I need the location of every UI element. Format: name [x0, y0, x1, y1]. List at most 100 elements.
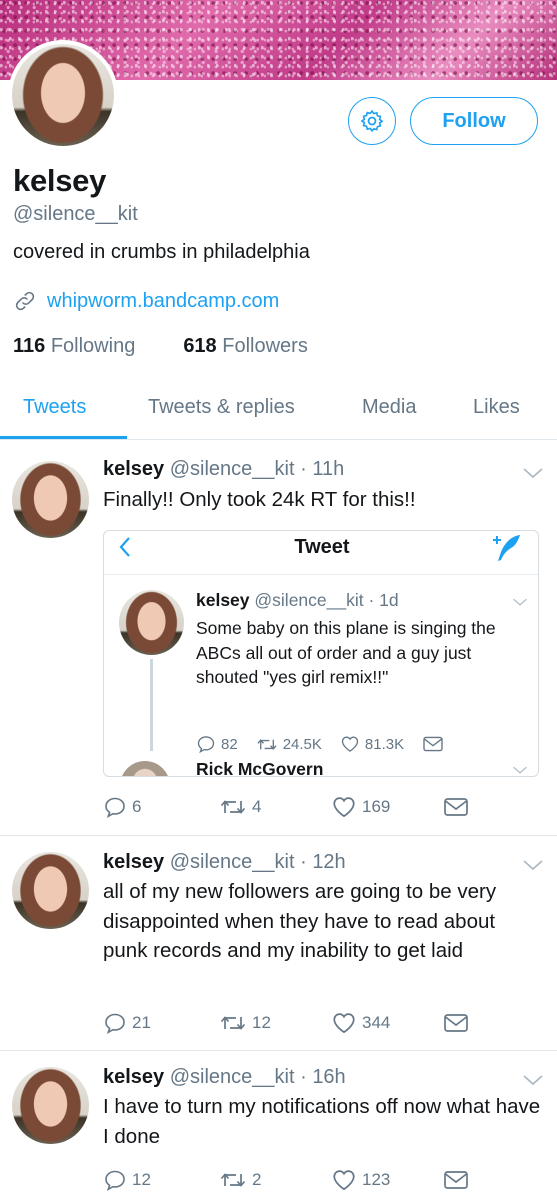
profile-handle: @silence__kit	[13, 203, 138, 225]
tweet-author-name: kelsey	[103, 851, 165, 873]
reply-icon	[103, 795, 127, 819]
embed-reply-count: 82	[221, 735, 238, 753]
chevron-down-icon[interactable]	[522, 1073, 544, 1087]
message-button[interactable]	[443, 796, 474, 818]
reply-icon	[196, 734, 216, 754]
embed-nav-bar: Tweet	[104, 531, 538, 564]
chevron-down-icon[interactable]	[522, 858, 544, 872]
tab-tweets-replies[interactable]: Tweets & replies	[148, 396, 295, 419]
message-button[interactable]	[443, 1169, 474, 1191]
tweet-text: all of my new followers are going to be …	[103, 880, 497, 962]
chevron-down-icon[interactable]	[522, 466, 544, 480]
embed-tweet-meta: @silence__kit · 1d	[254, 590, 399, 610]
tweet-item[interactable]: kelsey @silence__kit · 16h I have to tur…	[0, 1051, 557, 1200]
embed-tweet-text: Some baby on this plane is singing the A…	[196, 618, 496, 687]
heart-icon	[340, 734, 360, 754]
like-count: 344	[362, 1013, 391, 1032]
retweet-count: 2	[252, 1170, 262, 1189]
tweet-header: kelsey @silence__kit · 16h	[103, 1066, 346, 1089]
next-reply-avatar	[120, 761, 170, 776]
tweet-avatar[interactable]	[12, 852, 89, 929]
active-tab-indicator	[0, 436, 127, 439]
follow-button[interactable]: Follow	[410, 97, 538, 145]
message-icon	[422, 735, 444, 753]
retweet-button[interactable]: 12	[219, 1011, 331, 1035]
followers-stat[interactable]: 618 Followers	[183, 335, 308, 358]
following-label: Following	[50, 335, 136, 357]
retweet-icon	[219, 1011, 247, 1035]
following-count: 116	[13, 335, 46, 357]
tweet-text: I have to turn my notifications off now …	[103, 1095, 541, 1148]
embed-retweet: 24.5K	[256, 735, 322, 754]
reply-button[interactable]: 12	[103, 1168, 219, 1192]
retweet-button[interactable]: 4	[219, 795, 331, 819]
tweet-header: kelsey @silence__kit · 12h	[103, 851, 346, 874]
chevron-down-icon	[512, 765, 528, 775]
tab-tweets[interactable]: Tweets	[23, 396, 86, 419]
compose-icon	[493, 535, 520, 561]
reply-count: 6	[132, 797, 142, 816]
retweet-icon	[256, 735, 278, 754]
followers-label: Followers	[222, 335, 308, 357]
like-button[interactable]: 344	[331, 1010, 443, 1036]
embed-nav-title: Tweet	[294, 536, 350, 558]
reply-icon	[103, 1011, 127, 1035]
tweet-header: kelsey @silence__kit · 11h	[103, 458, 344, 481]
tab-likes[interactable]: Likes	[473, 396, 520, 419]
reply-button[interactable]: 6	[103, 795, 219, 819]
settings-button[interactable]	[348, 97, 396, 145]
tweet-author-name: kelsey	[103, 458, 165, 480]
profile-name: kelsey	[13, 163, 107, 198]
tweet-actions: 6 4 169	[103, 794, 474, 820]
like-button[interactable]: 169	[331, 794, 443, 820]
profile-avatar[interactable]	[8, 40, 118, 150]
embed-tweet: kelsey @silence__kit · 1d Some baby on t…	[104, 574, 538, 777]
tweet-avatar[interactable]	[12, 1067, 89, 1144]
embed-tweet-actions: 82 24.5K 81.3K	[196, 734, 467, 754]
website-label: whipworm.bandcamp.com	[47, 289, 280, 312]
link-icon	[15, 291, 35, 311]
embedded-tweet-screenshot[interactable]: Tweet kelsey @silence__kit · 1d Some bab…	[103, 530, 539, 777]
retweet-count: 4	[252, 797, 262, 816]
tweet-actions: 12 2 123	[103, 1167, 474, 1193]
tweet-item[interactable]: kelsey @silence__kit · 12h all of my new…	[0, 836, 557, 1051]
embed-tweet-author: kelsey	[196, 590, 250, 610]
tweet-meta: @silence__kit · 16h	[169, 1066, 346, 1088]
tweet-meta: @silence__kit · 11h	[169, 458, 345, 480]
reply-icon	[103, 1168, 127, 1192]
retweet-icon	[219, 1168, 247, 1192]
followers-count: 618	[183, 335, 217, 357]
embed-tweet-avatar	[119, 590, 184, 655]
heart-icon	[331, 794, 357, 820]
profile-bio: covered in crumbs in philadelphia	[13, 241, 310, 263]
gear-icon	[361, 110, 383, 132]
message-icon	[443, 796, 469, 818]
embed-message	[422, 735, 449, 753]
like-count: 123	[362, 1170, 391, 1189]
tweet-actions: 21 12 344	[103, 1010, 474, 1036]
like-button[interactable]: 123	[331, 1167, 443, 1193]
tweet-avatar[interactable]	[12, 461, 89, 538]
embed-retweet-count: 24.5K	[282, 735, 322, 753]
embed-reply: 82	[196, 734, 238, 754]
chevron-down-icon	[512, 597, 528, 607]
embed-tweet-header: kelsey @silence__kit · 1d	[196, 590, 399, 611]
tab-media[interactable]: Media	[362, 396, 416, 419]
heart-icon	[331, 1010, 357, 1036]
reply-count: 12	[132, 1170, 151, 1189]
profile-stats: 116 Following 618 Followers	[13, 335, 356, 358]
message-button[interactable]	[443, 1012, 474, 1034]
thread-line	[150, 659, 153, 751]
next-reply-name: Rick McGovern	[196, 759, 324, 777]
tweet-meta: @silence__kit · 12h	[169, 851, 346, 873]
profile-tabs: Tweets Tweets & replies Media Likes	[0, 380, 557, 440]
tweet-author-name: kelsey	[103, 1066, 165, 1088]
profile-website-link[interactable]: whipworm.bandcamp.com	[13, 289, 279, 313]
reply-button[interactable]: 21	[103, 1011, 219, 1035]
retweet-icon	[219, 795, 247, 819]
message-icon	[443, 1169, 469, 1191]
reply-count: 21	[132, 1013, 151, 1032]
message-icon	[443, 1012, 469, 1034]
following-stat[interactable]: 116 Following	[13, 335, 135, 358]
retweet-button[interactable]: 2	[219, 1168, 331, 1192]
